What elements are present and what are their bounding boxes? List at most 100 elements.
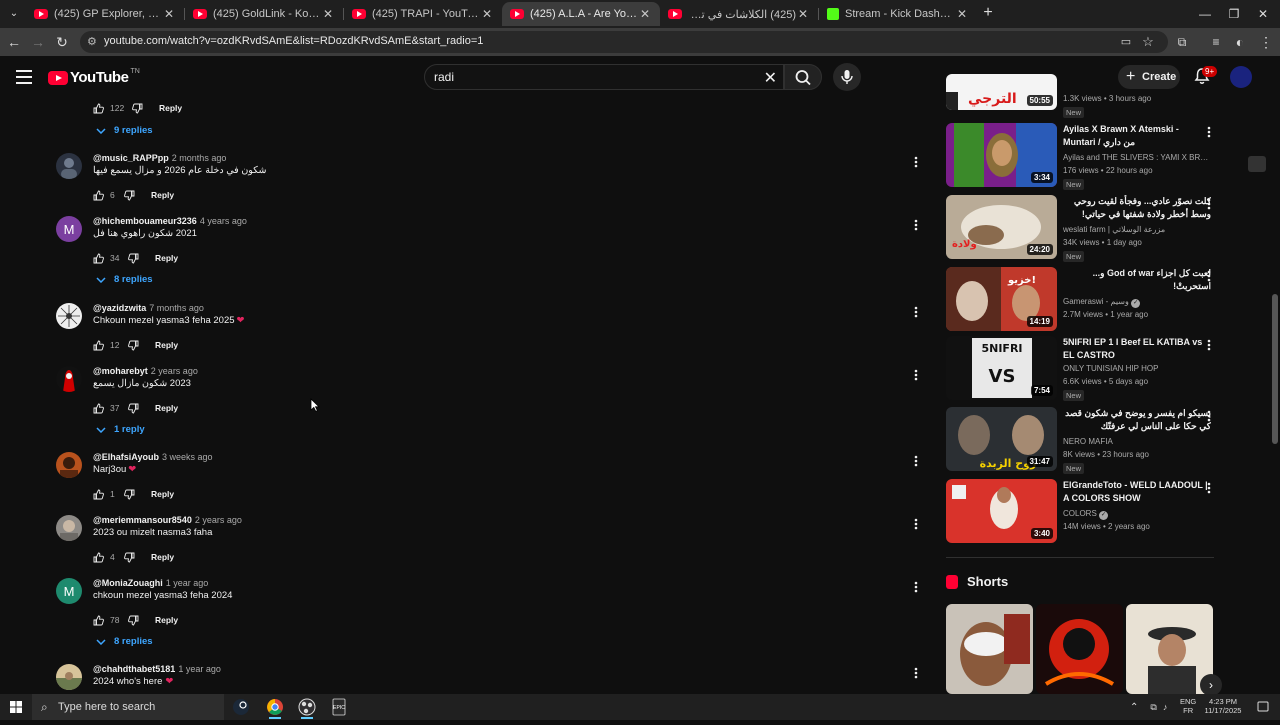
cast-icon[interactable]: ▭ bbox=[1116, 32, 1136, 52]
video-title[interactable]: Ayilas X Brawn X Atemski - Muntari / من … bbox=[1063, 123, 1211, 148]
account-avatar[interactable] bbox=[1230, 66, 1252, 88]
video-thumbnail[interactable]: خزيو! 14:19 bbox=[946, 267, 1057, 331]
reply-button[interactable]: Reply bbox=[155, 403, 178, 413]
related-video[interactable]: خزيو! 14:19 لعبت كل اجزاء God of war و..… bbox=[946, 267, 1216, 331]
related-video[interactable]: ولادة 24:20 كلت نصوّر عادي... وفجأة لقيت… bbox=[946, 195, 1216, 262]
browser-tab-5[interactable]: (425) الكلاشات في تونس، لا عندنا✕ bbox=[660, 2, 818, 26]
more-actions-icon[interactable] bbox=[914, 667, 918, 679]
language-indicator[interactable]: ENG FR bbox=[1180, 697, 1196, 715]
reply-button[interactable]: Reply bbox=[151, 489, 174, 499]
related-video[interactable]: الترجي 50:55 1.3K views • 3 hours ago Ne… bbox=[946, 74, 1216, 118]
video-title[interactable]: كلت نصوّر عادي... وفجأة لقيت روحي وسط أخ… bbox=[1063, 195, 1211, 220]
volume-icon[interactable]: ♪ bbox=[1163, 702, 1168, 712]
tray-chevron-up-icon[interactable]: ⌃ bbox=[1130, 702, 1138, 713]
more-actions-icon[interactable] bbox=[914, 306, 918, 318]
network-icon[interactable]: ⧉ bbox=[1150, 702, 1156, 713]
reply-button[interactable]: Reply bbox=[151, 190, 174, 200]
video-thumbnail[interactable]: 3:34 bbox=[946, 123, 1057, 187]
comment-author[interactable]: @meriemmansour8540 bbox=[93, 515, 192, 525]
dislike-icon[interactable] bbox=[124, 552, 135, 563]
restore-icon[interactable]: ❐ bbox=[1219, 4, 1249, 24]
video-title[interactable]: بسيكو ام يفسر و يوضح في شكون قصد كي حكا … bbox=[1063, 407, 1211, 432]
windows-start-icon[interactable] bbox=[10, 701, 22, 713]
more-actions-icon[interactable] bbox=[1207, 198, 1211, 210]
address-bar[interactable]: ⚙ youtube.com/watch?v=ozdKRvdSAmE&list=R… bbox=[80, 31, 1168, 53]
reply-button[interactable]: Reply bbox=[151, 552, 174, 562]
dislike-icon[interactable] bbox=[128, 340, 139, 351]
comment-author[interactable]: @hichembouameur3236 bbox=[93, 216, 197, 226]
dislike-icon[interactable] bbox=[132, 103, 143, 114]
more-actions-icon[interactable] bbox=[914, 219, 918, 231]
browser-tab-2[interactable]: (425) GoldLink - Kokamoe Freestyle✕ bbox=[185, 2, 343, 26]
more-actions-icon[interactable] bbox=[1207, 270, 1211, 282]
scrollbar-thumb[interactable] bbox=[1272, 294, 1278, 444]
related-video[interactable]: 3:34 Ayilas X Brawn X Atemski - Muntari … bbox=[946, 123, 1216, 190]
browser-tab-3[interactable]: (425) TRAPI - YouTube ✕ bbox=[344, 2, 502, 26]
next-arrow-icon[interactable]: › bbox=[1200, 674, 1222, 696]
more-actions-icon[interactable] bbox=[1207, 126, 1211, 138]
avatar[interactable]: M bbox=[56, 216, 82, 242]
comment-timestamp[interactable]: 1 year ago bbox=[166, 578, 209, 588]
comment-timestamp[interactable]: 1 year ago bbox=[178, 664, 221, 674]
dislike-icon[interactable] bbox=[128, 615, 139, 626]
video-thumbnail[interactable]: 3:40 bbox=[946, 479, 1057, 543]
extensions-icon[interactable]: ⧉ bbox=[1172, 32, 1192, 52]
forward-icon[interactable]: → bbox=[28, 32, 48, 52]
comment-author[interactable]: @music_RAPPpp bbox=[93, 153, 169, 163]
more-actions-icon[interactable] bbox=[914, 455, 918, 467]
site-info-icon[interactable]: ⚙ bbox=[87, 35, 97, 48]
minimize-icon[interactable]: — bbox=[1190, 4, 1220, 24]
comment-timestamp[interactable]: 4 years ago bbox=[200, 216, 247, 226]
video-title[interactable]: 5NIFRI EP 1 I Beef EL KATIBA vs EL CASTR… bbox=[1063, 336, 1211, 361]
reading-list-icon[interactable]: ≡ bbox=[1206, 32, 1226, 52]
close-window-icon[interactable]: ✕ bbox=[1248, 4, 1278, 24]
more-actions-icon[interactable] bbox=[914, 369, 918, 381]
more-actions-icon[interactable] bbox=[1207, 410, 1211, 422]
video-thumbnail[interactable]: الترجي 50:55 bbox=[946, 74, 1057, 110]
browser-tab-1[interactable]: (425) GP Explorer, ElGrandeToto✕ bbox=[26, 2, 184, 26]
related-video[interactable]: 5NIFRI VS 7:54 5NIFRI EP 1 I Beef EL KATI… bbox=[946, 336, 1216, 401]
reply-button[interactable]: Reply bbox=[155, 253, 178, 263]
reload-icon[interactable]: ↻ bbox=[52, 32, 72, 52]
comment-author[interactable]: @MoniaZouaghi bbox=[93, 578, 163, 588]
comment-author[interactable]: @yazidzwita bbox=[93, 303, 146, 313]
video-channel[interactable]: ONLY TUNISIAN HIP HOP bbox=[1063, 364, 1213, 373]
short-item[interactable] bbox=[1036, 604, 1123, 694]
like-icon[interactable] bbox=[93, 489, 104, 500]
comment-author[interactable]: @moharebyt bbox=[93, 366, 148, 376]
search-input[interactable]: radi ✕ bbox=[424, 64, 784, 90]
comment-timestamp[interactable]: 2 years ago bbox=[195, 515, 242, 525]
view-replies-button[interactable]: 9 replies bbox=[96, 125, 153, 136]
video-channel[interactable]: weslati farm | مزرعة الوسلاتي bbox=[1063, 225, 1213, 234]
video-title[interactable]: لعبت كل اجزاء God of war و... استحربتْ! bbox=[1063, 267, 1211, 292]
close-tab-icon[interactable]: ✕ bbox=[955, 7, 969, 21]
side-panel-icon[interactable] bbox=[1248, 156, 1266, 172]
video-channel[interactable]: NERO MAFIA bbox=[1063, 437, 1213, 446]
comment-timestamp[interactable]: 7 months ago bbox=[149, 303, 204, 313]
more-actions-icon[interactable] bbox=[914, 581, 918, 593]
clock[interactable]: 4:23 PM 11/17/2025 bbox=[1200, 697, 1246, 715]
dislike-icon[interactable] bbox=[128, 403, 139, 414]
comment-author[interactable]: @ElhafsiAyoub bbox=[93, 452, 159, 462]
like-icon[interactable] bbox=[93, 190, 104, 201]
video-title[interactable]: ElGrandeToto - WELD LAADOUL | A COLORS S… bbox=[1063, 479, 1211, 504]
avatar[interactable] bbox=[56, 153, 82, 179]
avatar[interactable] bbox=[56, 366, 82, 392]
like-icon[interactable] bbox=[93, 615, 104, 626]
video-thumbnail[interactable]: 5NIFRI VS 7:54 bbox=[946, 336, 1057, 400]
close-tab-icon[interactable]: ✕ bbox=[162, 7, 176, 21]
bookmark-star-icon[interactable]: ☆ bbox=[1138, 32, 1158, 52]
browser-tab-6[interactable]: Stream - Kick Dashboard✕ bbox=[819, 2, 977, 26]
avatar[interactable] bbox=[56, 664, 82, 690]
comment-timestamp[interactable]: 2 months ago bbox=[172, 153, 227, 163]
like-icon[interactable] bbox=[93, 403, 104, 414]
reply-button[interactable]: Reply bbox=[155, 340, 178, 350]
view-replies-button[interactable]: 1 reply bbox=[96, 424, 145, 435]
steam-app-icon[interactable] bbox=[226, 694, 256, 720]
comment-author[interactable]: @chahdthabet5181 bbox=[93, 664, 175, 674]
close-tab-icon[interactable]: ✕ bbox=[321, 7, 335, 21]
browser-tab-4-active[interactable]: (425) A.L.A - Are You Dumb ? -✕ bbox=[502, 2, 660, 26]
avatar[interactable] bbox=[56, 515, 82, 541]
reply-button[interactable]: Reply bbox=[159, 103, 182, 113]
chrome-app-icon[interactable] bbox=[260, 694, 290, 720]
